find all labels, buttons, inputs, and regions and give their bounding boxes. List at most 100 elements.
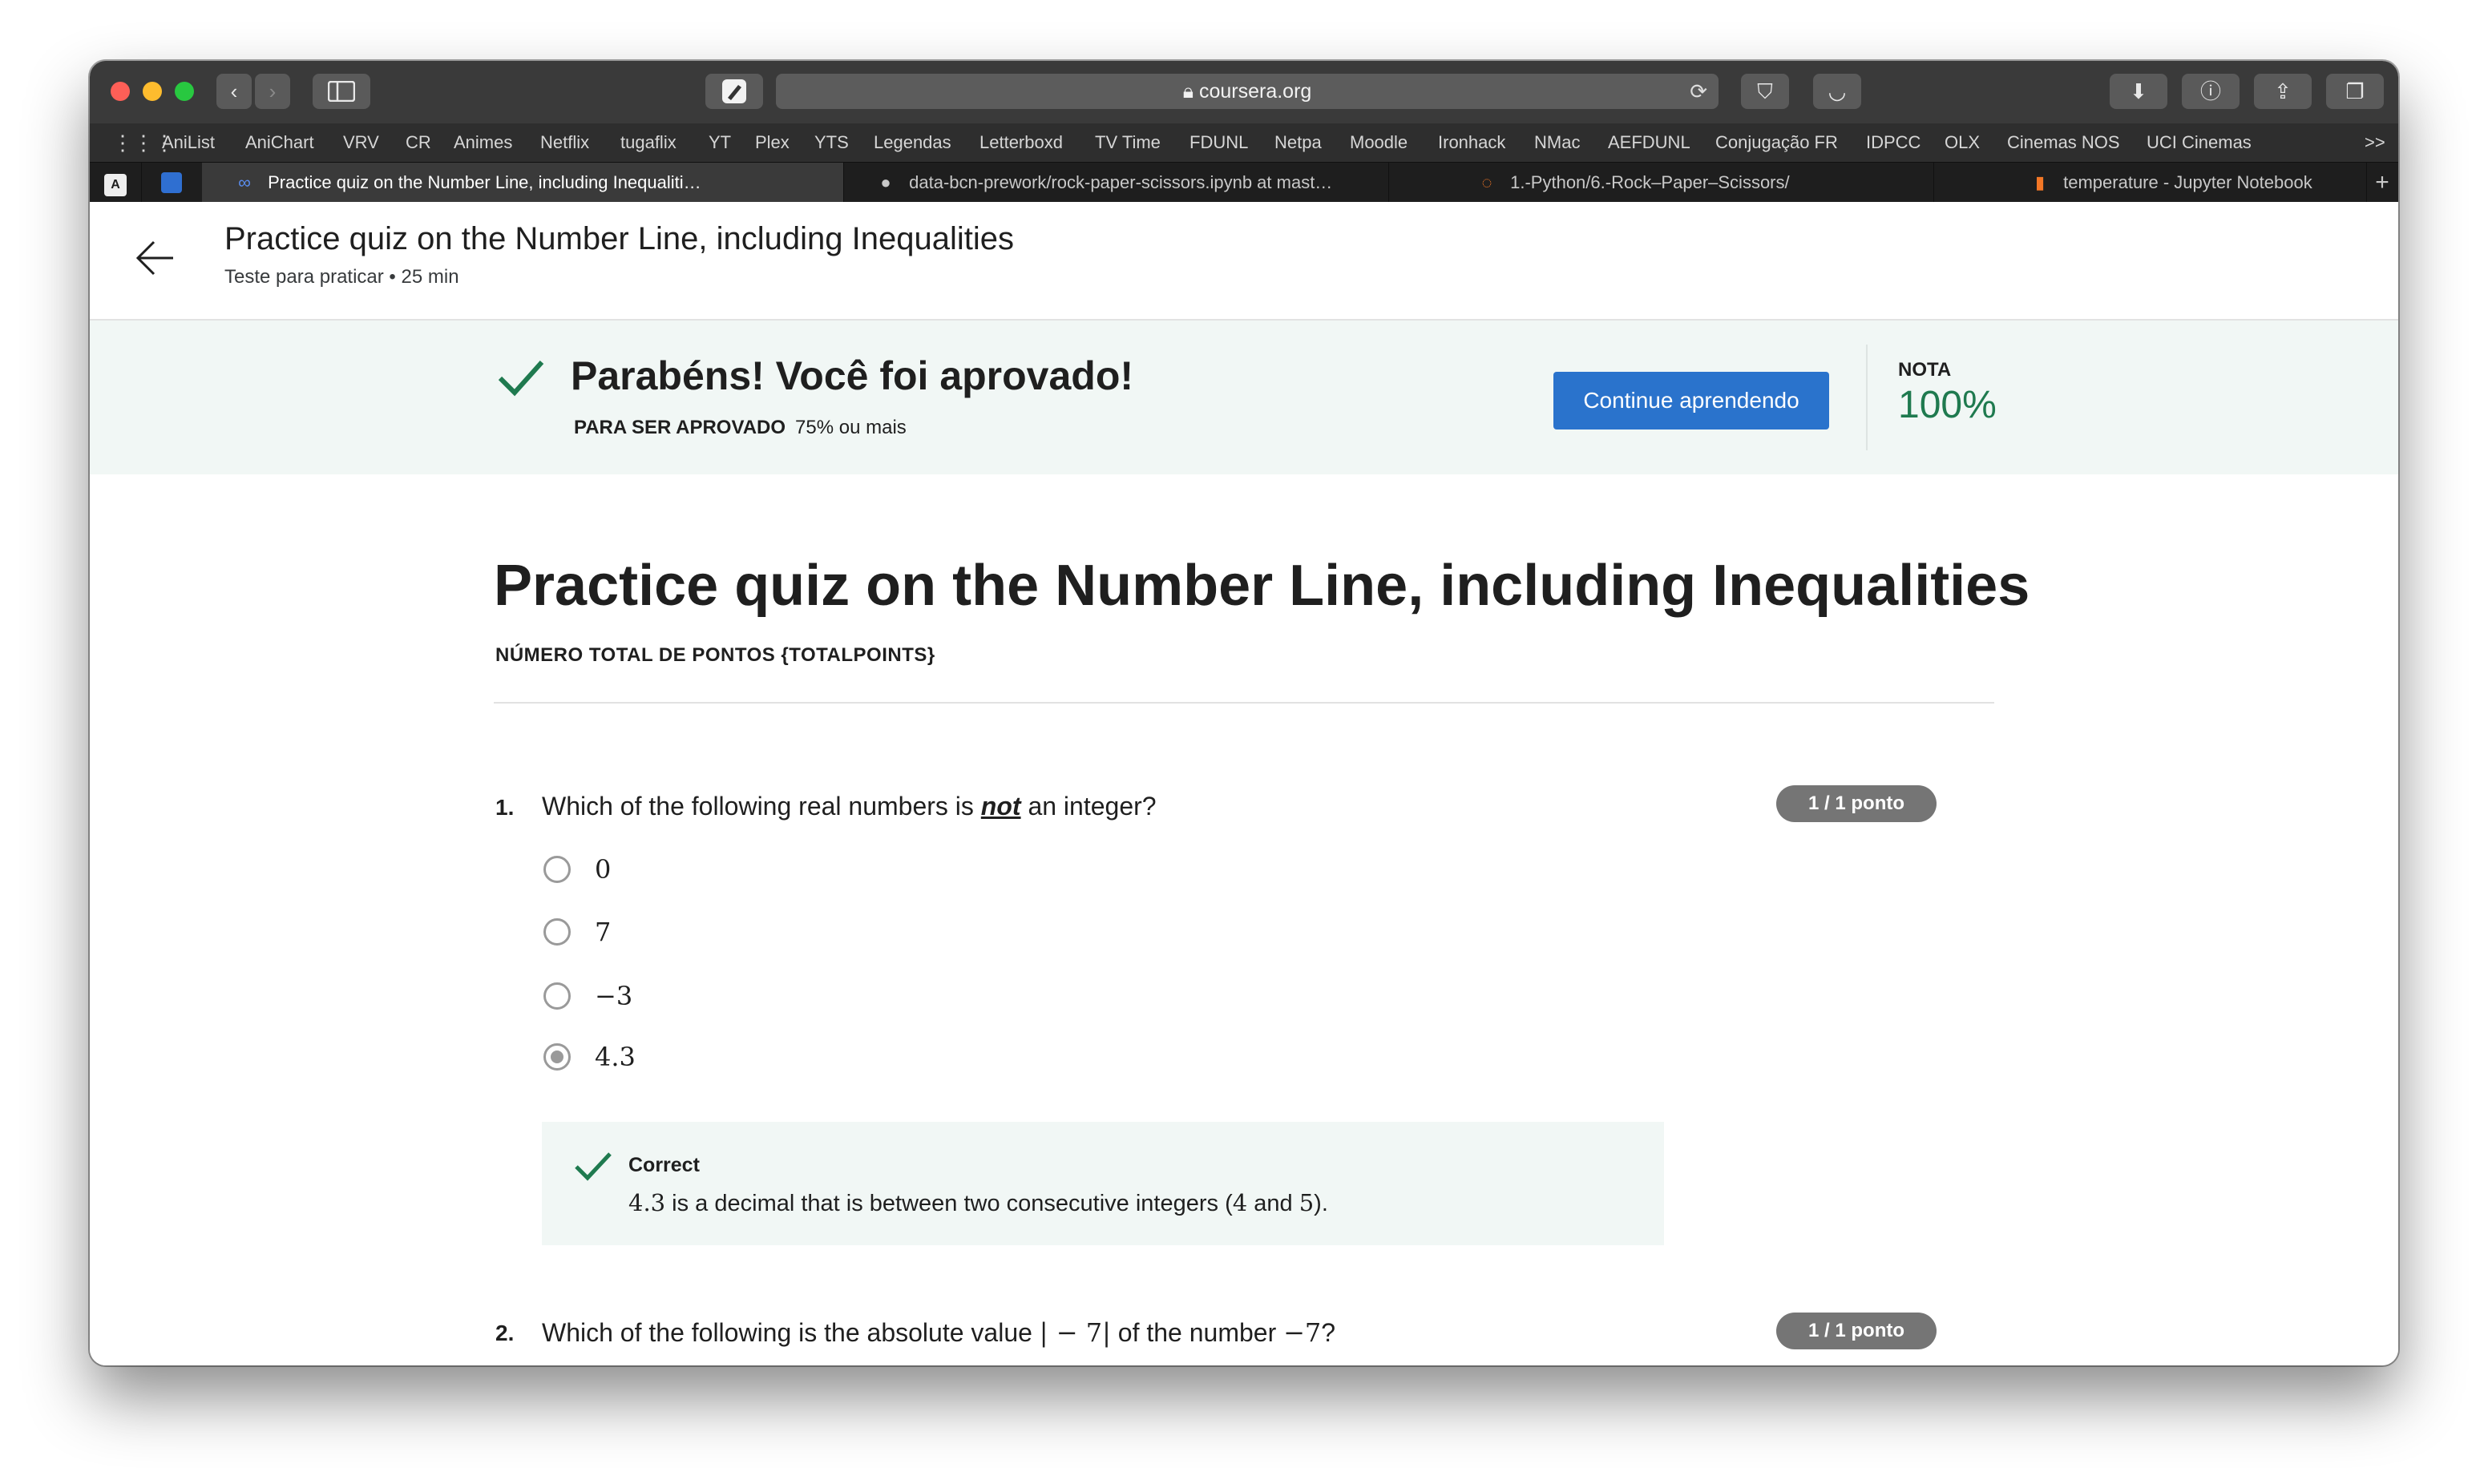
anilist-icon: A: [104, 174, 127, 196]
pass-requirement-value: 75% ou mais: [795, 417, 907, 438]
tab-title: 1.-Python/6.-Rock–Paper–Scissors/: [1510, 172, 1790, 192]
score-badge: 1 / 1 ponto: [1776, 785, 1937, 822]
url-text: coursera.org: [1198, 80, 1312, 103]
bookmark-netpa[interactable]: Netpa: [1274, 123, 1322, 162]
new-tab-button[interactable]: +: [2366, 163, 2398, 203]
bookmark-cr[interactable]: CR: [406, 123, 431, 162]
feedback-title: Correct: [628, 1154, 700, 1176]
page-content: Practice quiz on the Number Line, includ…: [90, 202, 2398, 1365]
total-points: NÚMERO TOTAL DE PONTOS {TOTALPOINTS}: [495, 644, 935, 666]
bookmark-olx[interactable]: OLX: [1945, 123, 1980, 162]
bookmark-uci-cinemas[interactable]: UCI Cinemas: [2147, 123, 2252, 162]
browser-toolbar: ‹ › 🔒︎ coursera.org ⟳ ⛉ ◡ ⬇ ⓘ ⇪ ❐: [90, 61, 2398, 124]
bookmark-aefdunl[interactable]: AEFDUNL: [1608, 123, 1690, 162]
continue-learning-button[interactable]: Continue aprendendo: [1553, 372, 1829, 429]
question-text: Which of the following real numbers is n…: [542, 792, 1157, 821]
feedback-text: 4.3 is a decimal that is between two con…: [628, 1189, 1328, 1217]
pocket-icon: ◡: [1828, 79, 1847, 103]
tabs-icon: ❐: [2345, 79, 2365, 103]
bookmark-yts[interactable]: YTS: [814, 123, 849, 162]
forward-nav-button[interactable]: ›: [255, 74, 290, 109]
divider: [494, 702, 1994, 704]
pinned-tab-anilist[interactable]: A: [90, 163, 142, 203]
option-radio[interactable]: [543, 982, 571, 1010]
bookmark-ironhack[interactable]: Ironhack: [1438, 123, 1505, 162]
quiz-header: Practice quiz on the Number Line, includ…: [90, 202, 2398, 321]
address-bar[interactable]: 🔒︎ coursera.org ⟳: [776, 74, 1719, 109]
tab-jupyter-folder[interactable]: ◌ 1.-Python/6.-Rock–Paper–Scissors/: [1388, 163, 1934, 203]
trello-icon: [161, 172, 182, 193]
result-banner: Parabéns! Você foi aprovado! PARA SER AP…: [90, 321, 2398, 474]
score-badge: 1 / 1 ponto: [1776, 1313, 1937, 1349]
bookmarks-bar: ⋮⋮⋮ AniList AniChart VRV CR Animes Netfl…: [90, 123, 2398, 162]
bookmark-yt[interactable]: YT: [709, 123, 731, 162]
arrow-left-icon[interactable]: [133, 236, 178, 280]
bookmark-idpcc[interactable]: IDPCC: [1866, 123, 1921, 162]
feedback-text-part: ).: [1314, 1191, 1328, 1216]
extension-button[interactable]: [705, 74, 763, 109]
feedback-math: 4.3: [628, 1189, 666, 1216]
sidebar-icon: [327, 80, 356, 103]
option-radio-selected[interactable]: [543, 1043, 571, 1071]
option-label: 4.3: [595, 1042, 636, 1072]
feedback-text-part: and: [1247, 1191, 1299, 1216]
grade-value: 100%: [1898, 384, 1997, 426]
bookmarks-overflow-button[interactable]: >>: [2365, 123, 2385, 162]
passed-title: Parabéns! Você foi aprovado!: [571, 353, 1134, 398]
bookmark-vrv[interactable]: VRV: [343, 123, 379, 162]
feedback-box: Correct 4.3 is a decimal that is between…: [542, 1122, 1664, 1245]
bookmark-tugaflix[interactable]: tugaflix: [620, 123, 677, 162]
sidebar-toggle-button[interactable]: [313, 74, 370, 109]
header-subtitle: Teste para praticar • 25 min: [224, 266, 459, 288]
bookmark-letterboxd[interactable]: Letterboxd: [979, 123, 1063, 162]
tab-overview-button[interactable]: ❐: [2326, 74, 2384, 109]
tab-title: temperature - Jupyter Notebook: [2063, 172, 2312, 192]
tab-github[interactable]: ● data-bcn-prework/rock-paper-scissors.i…: [843, 163, 1389, 203]
question-number: 2.: [495, 1321, 515, 1345]
zoom-window-button[interactable]: [175, 82, 194, 101]
minimize-window-button[interactable]: [143, 82, 162, 101]
option-label: 0: [595, 854, 612, 885]
bookmark-netflix[interactable]: Netflix: [540, 123, 589, 162]
pinned-tab-trello[interactable]: [141, 163, 203, 203]
privacy-report-button[interactable]: ⛉: [1741, 74, 1789, 109]
bookmark-nmac[interactable]: NMac: [1534, 123, 1580, 162]
question-math: | − 7|: [1039, 1317, 1111, 1348]
back-nav-button[interactable]: ‹: [216, 74, 252, 109]
bookmark-legendas[interactable]: Legendas: [874, 123, 951, 162]
close-window-button[interactable]: [111, 82, 130, 101]
tab-coursera-quiz[interactable]: ∞ Practice quiz on the Number Line, incl…: [202, 163, 844, 203]
question-number: 1.: [495, 795, 515, 820]
question-text-part: Which of the following is the absolute v…: [542, 1318, 1040, 1347]
tab-temperature-notebook[interactable]: ▮ temperature - Jupyter Notebook: [1933, 163, 2367, 203]
chevron-left-icon: ‹: [230, 79, 238, 103]
onepassword-icon: ⓘ: [2199, 79, 2221, 103]
coursera-icon: ∞: [238, 172, 251, 192]
password-manager-button[interactable]: ⓘ: [2182, 74, 2240, 109]
option-radio[interactable]: [543, 918, 571, 946]
feedback-math: 4: [1232, 1189, 1248, 1216]
checkmark-icon: [575, 1152, 612, 1181]
bookmark-tv-time[interactable]: TV Time: [1095, 123, 1161, 162]
pass-requirement-label: PARA SER APROVADO: [574, 417, 786, 438]
question-text: Which of the following is the absolute v…: [542, 1317, 1335, 1348]
bookmark-anilist[interactable]: AniList: [162, 123, 215, 162]
bookmark-moodle[interactable]: Moodle: [1350, 123, 1408, 162]
bookmark-anichart[interactable]: AniChart: [245, 123, 314, 162]
shield-icon: ⛉: [1757, 79, 1773, 103]
pocket-button[interactable]: ◡: [1813, 74, 1861, 109]
bookmark-animes[interactable]: Animes: [454, 123, 512, 162]
jupyter-icon: ◌: [1481, 172, 1492, 192]
downloads-button[interactable]: ⬇: [2110, 74, 2167, 109]
notebook-icon: ▮: [2034, 172, 2046, 192]
header-title: Practice quiz on the Number Line, includ…: [224, 221, 1015, 256]
quiz-title: Practice quiz on the Number Line, includ…: [494, 554, 2030, 618]
share-button[interactable]: ⇪: [2254, 74, 2312, 109]
question-text-part: ?: [1321, 1318, 1336, 1347]
option-radio[interactable]: [543, 856, 571, 883]
bookmark-cinemas-nos[interactable]: Cinemas NOS: [2007, 123, 2120, 162]
bookmark-fdunl[interactable]: FDUNL: [1189, 123, 1248, 162]
bookmark-plex[interactable]: Plex: [755, 123, 790, 162]
reload-icon[interactable]: ⟳: [1690, 74, 1707, 109]
bookmark-conjugacao-fr[interactable]: Conjugação FR: [1715, 123, 1838, 162]
